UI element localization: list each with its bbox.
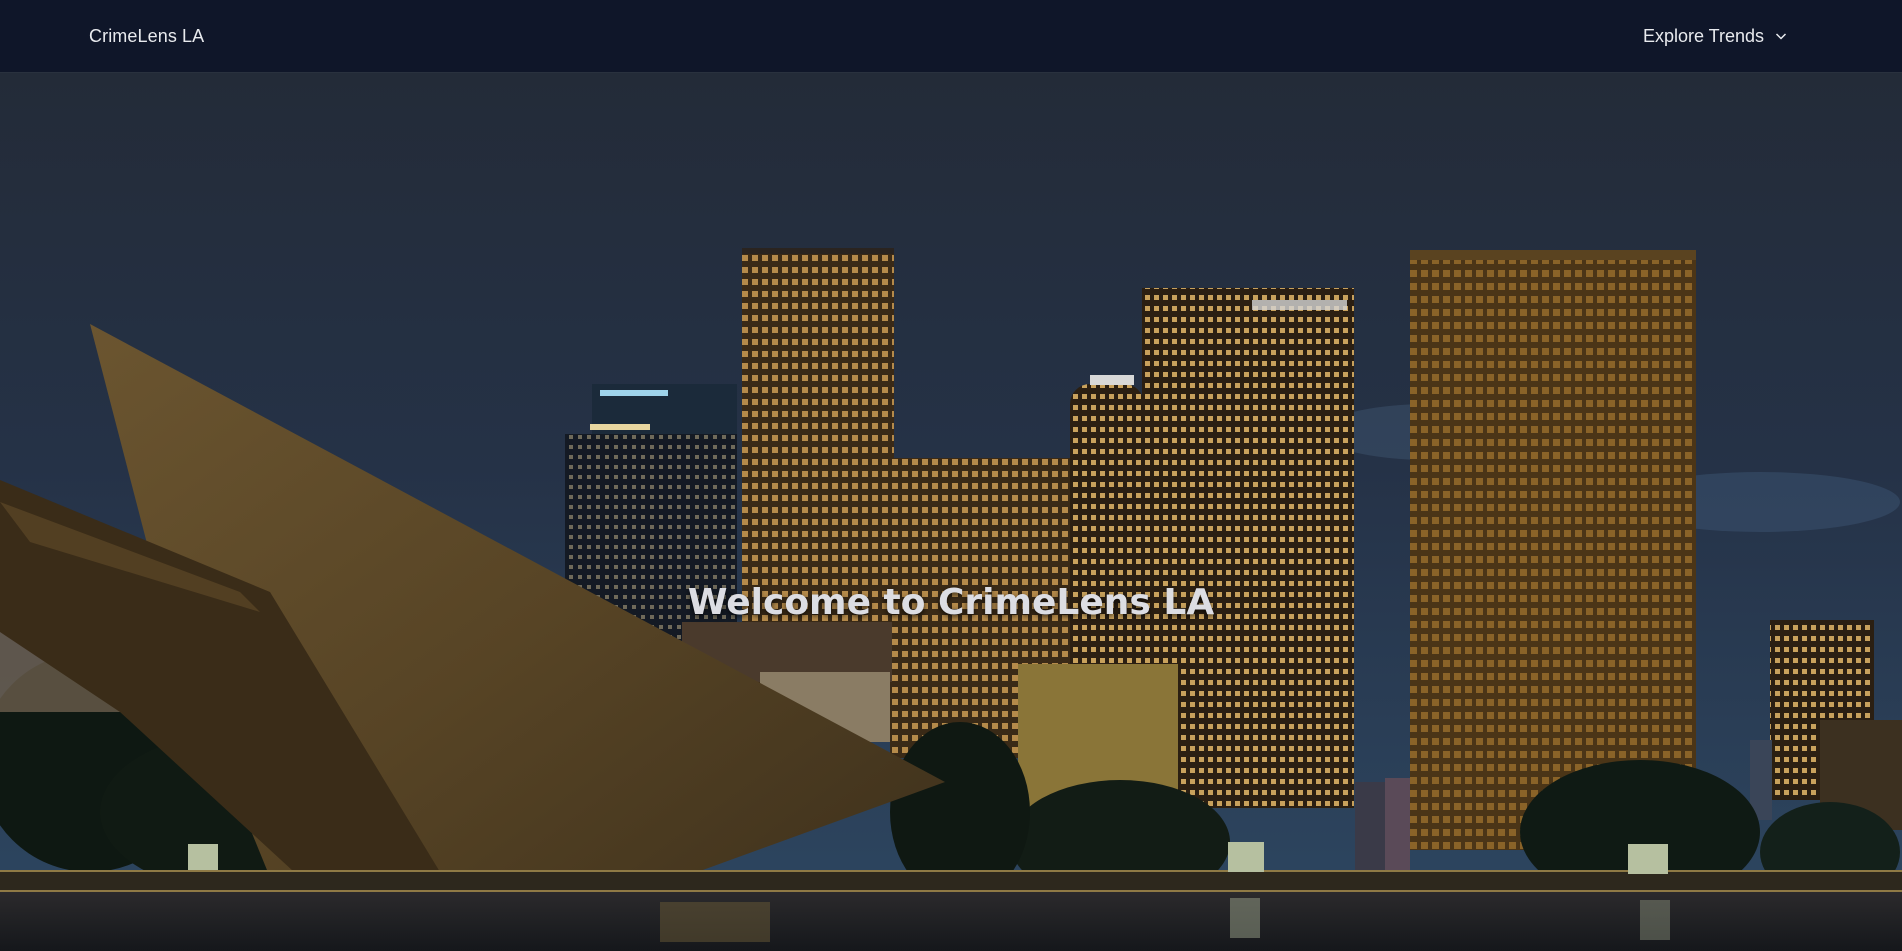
city-skyline-background xyxy=(0,72,1902,951)
explore-trends-label: Explore Trends xyxy=(1642,25,1764,46)
hero-title: Welcome to CrimeLens LA xyxy=(687,582,1215,623)
chevron-down-icon xyxy=(1775,33,1787,40)
top-navbar: CrimeLens LA Explore Trends xyxy=(0,0,1902,72)
hero-section: Welcome to CrimeLens LA xyxy=(0,72,1902,951)
explore-trends-dropdown[interactable]: Explore Trends xyxy=(1643,26,1788,47)
brand-link[interactable]: CrimeLens LA xyxy=(89,26,204,47)
